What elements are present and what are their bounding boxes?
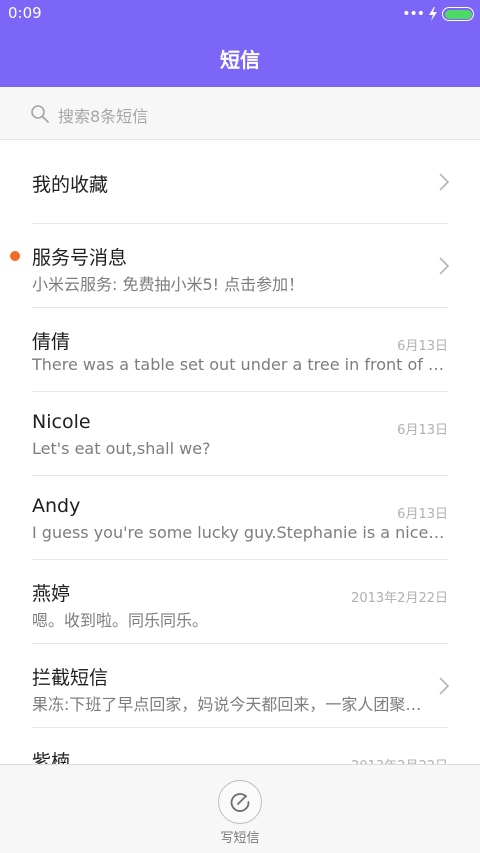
chevron-right-icon <box>439 257 450 275</box>
search-bar[interactable]: 搜索8条短信 <box>0 87 480 140</box>
list-item-preview: There was a table set out under a tree i… <box>32 355 448 374</box>
status-bar: 0:09 ••• <box>0 0 480 28</box>
list-item-date: 2013年2月22日 <box>351 755 448 764</box>
charging-icon <box>429 7 437 21</box>
chevron-right-icon <box>439 173 450 191</box>
list-item-preview: 嗯。收到啦。同乐同乐。 <box>32 611 209 630</box>
app-header: 0:09 ••• 短信 <box>0 0 480 87</box>
list-item-preview: 小米云服务: 免费抽小米5! 点击参加！ <box>32 275 305 294</box>
list-item-blocked-messages[interactable]: 拦截短信 果冻:下班了早点回家，妈说今天都回来，一家人团聚过个节 <box>0 644 480 728</box>
list-item-title: 我的收藏 <box>32 174 109 196</box>
list-item-conversation[interactable]: 燕婷 2013年2月22日 嗯。收到啦。同乐同乐。 <box>0 560 480 644</box>
signal-dots-icon: ••• <box>402 6 425 22</box>
list-item-service-messages[interactable]: 服务号消息 小米云服务: 免费抽小米5! 点击参加！ <box>0 224 480 308</box>
search-icon <box>31 105 49 123</box>
list-item-date: 6月13日 <box>397 339 448 354</box>
compose-button[interactable] <box>218 780 262 824</box>
compose-label: 写短信 <box>220 831 260 846</box>
list-item-date: 2013年2月22日 <box>351 591 448 606</box>
list-item-title: 紫楠 <box>32 751 71 764</box>
status-time: 0:09 <box>8 4 42 22</box>
compose-icon <box>230 793 250 812</box>
list-item-preview: I guess you're some lucky guy.Stephanie … <box>32 523 448 542</box>
list-item-date: 6月13日 <box>397 507 448 522</box>
list-item-title: Andy <box>32 495 81 517</box>
list-item-preview: 果冻:下班了早点回家，妈说今天都回来，一家人团聚过个节 <box>32 695 422 714</box>
page-title: 短信 <box>220 48 260 72</box>
list-item-title: 服务号消息 <box>32 247 128 269</box>
list-item-title: Nicole <box>32 411 91 433</box>
chevron-right-icon <box>439 677 450 695</box>
status-icons: ••• <box>402 5 474 23</box>
list-item-conversation[interactable]: 紫楠 2013年2月22日 <box>0 728 480 764</box>
list-item-title: 燕婷 <box>32 583 71 605</box>
battery-icon <box>442 7 474 21</box>
bottom-bar: 写短信 <box>0 764 480 853</box>
list-item-title: 倩倩 <box>32 331 71 353</box>
list-item-date: 6月13日 <box>397 423 448 438</box>
list-item-conversation[interactable]: Nicole 6月13日 Let's eat out,shall we? <box>0 392 480 476</box>
conversation-list: 我的收藏 服务号消息 小米云服务: 免费抽小米5! 点击参加！ 倩倩 6月13日… <box>0 140 480 764</box>
list-item-title: 拦截短信 <box>32 667 109 689</box>
list-item-conversation[interactable]: 倩倩 6月13日 There was a table set out under… <box>0 308 480 392</box>
list-item-preview: Let's eat out,shall we? <box>32 439 211 458</box>
unread-dot <box>10 251 20 261</box>
battery-level <box>444 9 472 19</box>
search-input[interactable]: 搜索8条短信 <box>58 103 148 127</box>
list-item-conversation[interactable]: Andy 6月13日 I guess you're some lucky guy… <box>0 476 480 560</box>
list-item-favorites[interactable]: 我的收藏 <box>0 140 480 224</box>
